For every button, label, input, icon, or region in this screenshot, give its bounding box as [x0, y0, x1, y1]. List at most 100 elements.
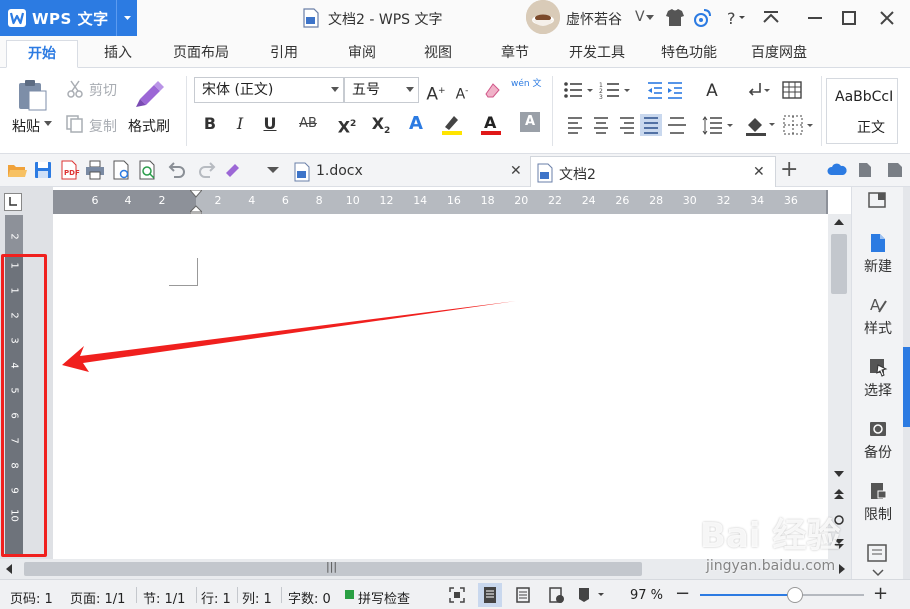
borders-icon[interactable] — [782, 114, 816, 136]
preview-magnifier-icon[interactable] — [136, 159, 158, 181]
subscript-icon[interactable]: X2 — [369, 112, 393, 136]
export-pdf-icon[interactable]: PDF — [58, 159, 80, 181]
highlight-color-icon[interactable] — [440, 112, 464, 136]
style-gallery-normal[interactable]: AaBbCcI 正文 — [826, 78, 898, 144]
close-icon[interactable] — [872, 0, 902, 36]
zoom-in-icon[interactable]: + — [873, 583, 888, 604]
superscript-icon[interactable]: X2 — [335, 112, 359, 136]
font-color-icon[interactable]: A — [479, 112, 503, 136]
status-word-count[interactable]: 字数: 0 — [288, 588, 331, 607]
pinyin-guide-button[interactable]: wén 文 — [508, 76, 542, 104]
tab-review[interactable]: 审阅 — [334, 40, 390, 68]
font-name-select[interactable]: 宋体 (正文) — [194, 77, 344, 103]
tab-insert[interactable]: 插入 — [90, 40, 146, 68]
tab-chapter[interactable]: 章节 — [487, 40, 543, 68]
tab-special-features[interactable]: 特色功能 — [650, 40, 728, 68]
page-view-button[interactable] — [478, 583, 502, 607]
zoom-slider-thumb[interactable] — [787, 587, 804, 603]
font-size-select[interactable]: 五号 — [344, 77, 419, 103]
strikethrough-icon[interactable]: AB — [296, 112, 320, 136]
scroll-thumb[interactable] — [831, 234, 847, 294]
tab-developer[interactable]: 开发工具 — [558, 40, 636, 68]
clear-format-icon[interactable] — [482, 80, 502, 100]
status-spell-check[interactable]: 拼写检查 — [358, 588, 410, 607]
tab-references[interactable]: 引用 — [256, 40, 312, 68]
text-effect-icon[interactable]: A — [404, 112, 428, 136]
cut-label[interactable]: 剪切 — [89, 80, 117, 100]
doc-tab-active[interactable]: 文档2 ✕ — [530, 156, 776, 187]
list-indent-buttons[interactable]: 123 — [562, 79, 682, 101]
alignment-buttons[interactable] — [566, 114, 696, 136]
tab-home[interactable]: 开始 — [6, 40, 78, 68]
close-tab-icon[interactable]: ✕ — [510, 163, 522, 179]
print-icon[interactable] — [84, 159, 106, 181]
scroll-thumb[interactable]: ||| — [24, 560, 642, 576]
task-pane-toggle[interactable] — [903, 347, 910, 427]
chevron-down-icon[interactable] — [872, 569, 884, 577]
format-painter-icon[interactable] — [134, 79, 166, 109]
table-icon[interactable] — [782, 80, 802, 100]
help-icon[interactable]: ? — [720, 0, 750, 36]
task-pane-new[interactable]: 新建 — [852, 233, 904, 276]
close-tab-icon[interactable]: ✕ — [753, 164, 765, 180]
underline-icon[interactable]: U — [258, 112, 282, 136]
skin-icon[interactable] — [660, 0, 690, 36]
task-pane-restrict[interactable]: 限制 — [852, 481, 904, 524]
paragraph-shading-icon[interactable] — [744, 113, 778, 137]
eye-protection-icon[interactable] — [576, 586, 608, 604]
task-pane-backup[interactable]: 备份 — [852, 419, 904, 462]
tab-page-layout[interactable]: 页面布局 — [162, 40, 240, 68]
shrink-font-icon[interactable]: A- — [450, 79, 474, 103]
share-icon[interactable] — [884, 159, 906, 181]
zoom-level[interactable]: 97 % — [630, 588, 663, 603]
tab-stop-selector[interactable] — [4, 193, 22, 211]
previous-page-icon[interactable] — [833, 488, 845, 500]
zoom-out-icon[interactable]: − — [675, 583, 690, 604]
open-folder-icon[interactable] — [6, 159, 28, 181]
grow-font-icon[interactable]: A+ — [424, 79, 448, 105]
scroll-up-icon[interactable] — [834, 218, 844, 226]
chevron-down-icon[interactable] — [262, 159, 284, 181]
line-break-icon[interactable] — [746, 80, 770, 100]
format-painter-icon[interactable] — [222, 159, 244, 181]
share-icon[interactable] — [688, 0, 718, 36]
doc-tab-1docx[interactable]: 1.docx ✕ — [288, 156, 530, 187]
pane-settings-icon[interactable] — [866, 191, 890, 211]
app-menu-button[interactable]: WPS 文字 — [0, 0, 137, 36]
scroll-down-icon[interactable] — [834, 470, 844, 478]
sync-icon[interactable] — [854, 159, 876, 181]
more-tools-icon[interactable] — [866, 543, 888, 563]
char-shading-icon[interactable]: A — [520, 112, 540, 132]
tab-view[interactable]: 视图 — [410, 40, 466, 68]
scissors-icon[interactable] — [66, 80, 84, 98]
text-direction-icon[interactable]: A — [700, 79, 724, 103]
print-preview-icon[interactable] — [110, 159, 132, 181]
user-account[interactable]: 虚怀若谷 V — [522, 0, 656, 36]
full-screen-icon[interactable] — [448, 586, 466, 604]
italic-icon[interactable]: I — [228, 112, 252, 136]
chevron-down-icon[interactable] — [44, 121, 52, 127]
tab-baidu-netdisk[interactable]: 百度网盘 — [740, 40, 818, 68]
scroll-left-icon[interactable] — [5, 564, 13, 574]
save-icon[interactable] — [32, 159, 54, 181]
line-spacing-icon[interactable] — [702, 114, 736, 136]
copy-label[interactable]: 复制 — [89, 116, 117, 136]
collapse-ribbon-icon[interactable] — [756, 0, 786, 36]
web-view-icon[interactable] — [547, 586, 565, 604]
paste-label[interactable]: 粘贴 — [12, 116, 40, 136]
copy-icon[interactable] — [66, 115, 84, 133]
cloud-icon[interactable] — [826, 159, 848, 181]
format-painter-label[interactable]: 格式刷 — [128, 116, 170, 136]
new-tab-icon[interactable]: + — [780, 157, 798, 182]
minimize-icon[interactable] — [800, 0, 830, 36]
avatar[interactable] — [526, 0, 560, 34]
bold-icon[interactable]: B — [198, 112, 222, 136]
paste-icon[interactable] — [16, 78, 48, 112]
task-pane-select[interactable]: 选择 — [852, 357, 904, 400]
app-menu-dropdown[interactable] — [116, 0, 137, 36]
undo-icon[interactable] — [166, 159, 188, 181]
task-pane-styles[interactable]: A 样式 — [852, 295, 904, 338]
outline-view-icon[interactable] — [514, 586, 532, 604]
redo-icon[interactable] — [196, 159, 218, 181]
scroll-right-icon[interactable] — [838, 564, 846, 574]
